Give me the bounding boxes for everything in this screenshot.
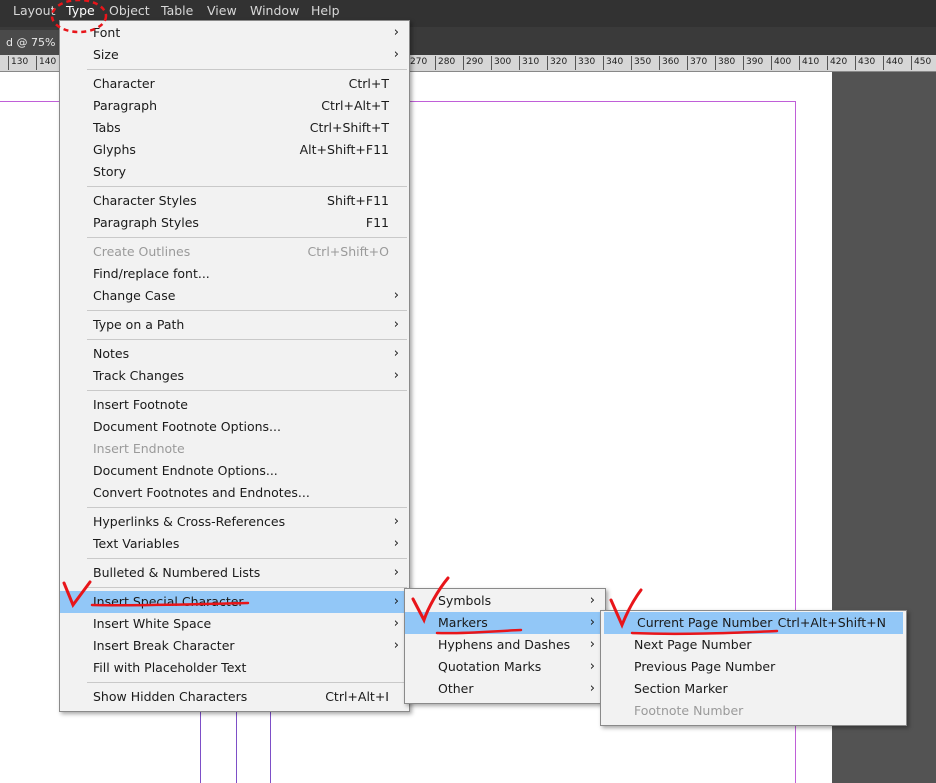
ruler-tick: 330 xyxy=(575,56,595,70)
menu-item-font[interactable]: Font › xyxy=(60,22,409,44)
submenu-item-next-page-number[interactable]: Next Page Number xyxy=(601,634,906,656)
menu-item-type-on-path[interactable]: Type on a Path › xyxy=(60,314,409,336)
menu-separator xyxy=(87,587,407,588)
type-menu: Font › Size › Character Ctrl+T Paragraph Ctr… xyxy=(59,20,410,712)
menu-item-glyphs[interactable]: Glyphs Alt+Shift+F11 xyxy=(60,139,409,161)
ruler-tick: 290 xyxy=(463,56,483,70)
ruler-tick: 430 xyxy=(855,56,875,70)
menu-separator xyxy=(87,558,407,559)
menu-item-change-case[interactable]: Change Case › xyxy=(60,285,409,307)
menu-item-find-replace-font[interactable]: Find/replace font... xyxy=(60,263,409,285)
menu-separator xyxy=(87,69,407,70)
menu-layout[interactable]: Layout xyxy=(13,2,56,24)
ruler-tick: 370 xyxy=(687,56,707,70)
menu-item-show-hidden-characters[interactable]: Show Hidden Characters Ctrl+Alt+I xyxy=(60,686,409,708)
submenu-item-other[interactable]: Other › xyxy=(405,678,605,700)
ruler-tick: 340 xyxy=(603,56,623,70)
ruler-tick: 400 xyxy=(771,56,791,70)
ruler-tick: 450 xyxy=(911,56,931,70)
menu-separator xyxy=(87,339,407,340)
menu-item-tabs[interactable]: Tabs Ctrl+Shift+T xyxy=(60,117,409,139)
ruler-tick: 350 xyxy=(631,56,651,70)
menu-item-document-endnote-options[interactable]: Document Endnote Options... xyxy=(60,460,409,482)
ruler-tick: 440 xyxy=(883,56,903,70)
menu-separator xyxy=(87,237,407,238)
menu-separator xyxy=(87,310,407,311)
submenu-item-markers[interactable]: Markers › xyxy=(405,612,605,634)
menu-item-hyperlinks[interactable]: Hyperlinks & Cross-References › xyxy=(60,511,409,533)
ruler-tick: 320 xyxy=(547,56,567,70)
menu-separator xyxy=(87,682,407,683)
submenu-item-current-page-number[interactable]: Current Page Number Ctrl+Alt+Shift+N xyxy=(604,612,903,634)
menu-item-notes[interactable]: Notes › xyxy=(60,343,409,365)
ruler-tick: 270 xyxy=(407,56,427,70)
submenu-item-footnote-number: Footnote Number xyxy=(634,703,744,718)
menu-item-track-changes[interactable]: Track Changes › xyxy=(60,365,409,387)
menu-item-insert-break-character[interactable]: Insert Break Character › xyxy=(60,635,409,657)
ruler-tick: 130 xyxy=(8,56,28,70)
menu-item-story[interactable]: Story xyxy=(60,161,409,183)
submenu-item-section-marker[interactable]: Section Marker xyxy=(601,678,906,700)
submenu-item-symbols[interactable]: Symbols › xyxy=(405,590,605,612)
submenu-item-previous-page-number[interactable]: Previous Page Number xyxy=(601,656,906,678)
column-guide xyxy=(270,702,271,783)
ruler-tick: 410 xyxy=(799,56,819,70)
special-character-submenu: Symbols › Markers › Hyphens and Dashes › Qu… xyxy=(404,588,606,704)
ruler-tick: 300 xyxy=(491,56,511,70)
menu-item-text-variables[interactable]: Text Variables › xyxy=(60,533,409,555)
menu-item-paragraph-styles[interactable]: Paragraph Styles F11 xyxy=(60,212,409,234)
menu-separator xyxy=(87,186,407,187)
document-tab[interactable]: d @ 75% xyxy=(0,30,60,55)
menu-item-paragraph[interactable]: Paragraph Ctrl+Alt+T xyxy=(60,95,409,117)
column-guide xyxy=(236,702,237,783)
ruler-tick: 420 xyxy=(827,56,847,70)
menu-item-character[interactable]: Character Ctrl+T xyxy=(60,73,409,95)
ruler-tick: 390 xyxy=(743,56,763,70)
submenu-item-quotation-marks[interactable]: Quotation Marks › xyxy=(405,656,605,678)
ruler-tick: 280 xyxy=(435,56,455,70)
ruler-tick: 380 xyxy=(715,56,735,70)
menu-item-size[interactable]: Size › xyxy=(60,44,409,66)
menu-item-fill-placeholder-text[interactable]: Fill with Placeholder Text xyxy=(60,657,409,679)
menu-item-insert-special-character[interactable]: Insert Special Character › xyxy=(60,591,409,613)
menu-item-create-outlines: Create Outlines Ctrl+Shift+O xyxy=(93,244,389,259)
ruler-tick: 310 xyxy=(519,56,539,70)
menu-item-character-styles[interactable]: Character Styles Shift+F11 xyxy=(60,190,409,212)
submenu-item-hyphens-dashes[interactable]: Hyphens and Dashes › xyxy=(405,634,605,656)
menu-item-insert-footnote[interactable]: Insert Footnote xyxy=(60,394,409,416)
markers-submenu: Current Page Number Ctrl+Alt+Shift+N Next… xyxy=(600,610,907,726)
menu-separator xyxy=(87,390,407,391)
menu-separator xyxy=(87,507,407,508)
menu-item-document-footnote-options[interactable]: Document Footnote Options... xyxy=(60,416,409,438)
column-guide xyxy=(200,702,201,783)
ruler-tick: 360 xyxy=(659,56,679,70)
ruler-tick: 140 xyxy=(36,56,56,70)
menu-item-bulleted-numbered-lists[interactable]: Bulleted & Numbered Lists › xyxy=(60,562,409,584)
menu-item-convert-footnotes-endnotes[interactable]: Convert Footnotes and Endnotes... xyxy=(60,482,409,504)
menu-item-insert-white-space[interactable]: Insert White Space › xyxy=(60,613,409,635)
menu-item-insert-endnote: Insert Endnote xyxy=(93,441,185,456)
